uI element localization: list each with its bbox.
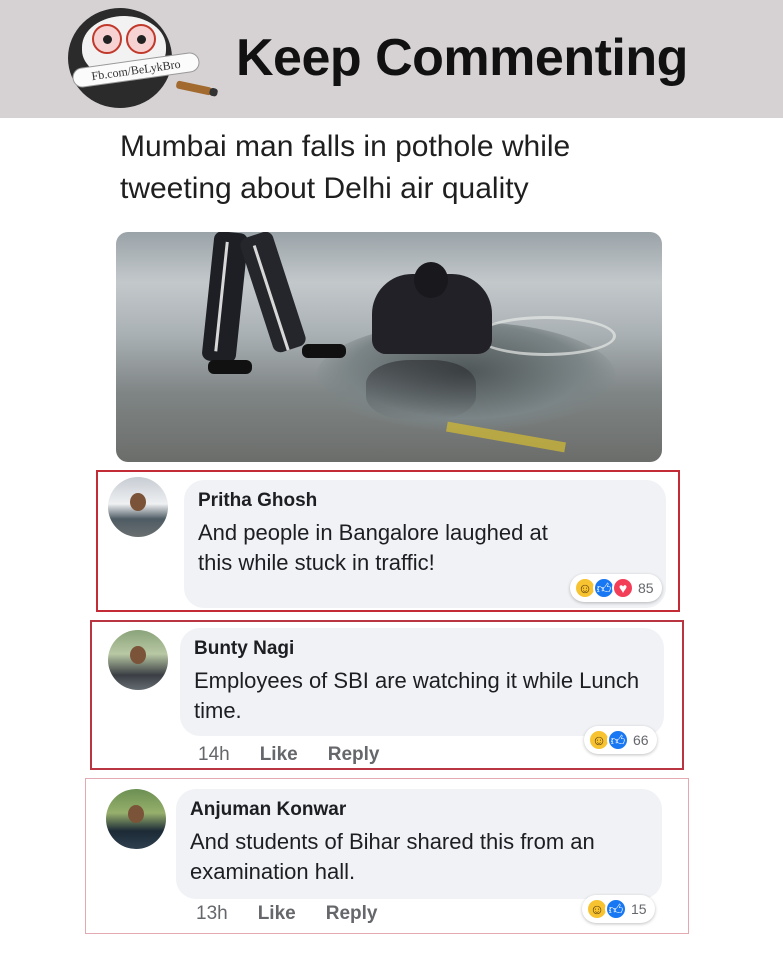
passerby-shoe xyxy=(208,360,252,374)
comment-highlight-box: Anjuman Konwar And students of Bihar sha… xyxy=(85,778,689,934)
comment-actions: 13h Like Reply xyxy=(196,903,407,925)
passerby-leg xyxy=(238,232,308,355)
page-logo: Fb.com/BeLykBro xyxy=(64,6,214,110)
comment-text: Employees of SBI are watching it while L… xyxy=(194,668,640,723)
puddle xyxy=(476,316,616,356)
comment-timestamp[interactable]: 14h xyxy=(198,744,230,766)
post-photo[interactable] xyxy=(116,232,662,462)
comment-bubble: Anjuman Konwar And students of Bihar sha… xyxy=(176,789,662,899)
fallen-man-head xyxy=(414,262,448,298)
header-banner: Fb.com/BeLykBro Keep Commenting xyxy=(0,0,783,118)
thumbs-up-icon: 👍︎ xyxy=(605,898,627,920)
post-card: Mumbai man falls in pothole while tweeti… xyxy=(110,118,688,470)
page-title: Keep Commenting xyxy=(236,29,688,87)
like-button[interactable]: Like xyxy=(260,744,298,766)
heart-icon: ♥ xyxy=(612,577,634,599)
comment-timestamp[interactable]: 13h xyxy=(196,903,228,925)
reply-button[interactable]: Reply xyxy=(326,903,378,925)
comment-text: And students of Bihar shared this from a… xyxy=(190,829,595,884)
comment-author[interactable]: Anjuman Konwar xyxy=(190,799,346,821)
avatar[interactable] xyxy=(108,477,168,537)
reply-button[interactable]: Reply xyxy=(328,744,380,766)
comment-highlight-box: Pritha Ghosh And people in Bangalore lau… xyxy=(96,470,680,612)
water-reflection xyxy=(366,360,476,420)
post-headline: Mumbai man falls in pothole while tweeti… xyxy=(120,130,571,205)
reaction-summary[interactable]: ☺ 👍︎ ♥ 85 xyxy=(570,574,662,602)
logo-cigarette xyxy=(175,80,213,96)
reaction-summary[interactable]: ☺ 👍︎ 15 xyxy=(582,895,655,923)
reaction-summary[interactable]: ☺ 👍︎ 66 xyxy=(584,726,657,754)
comment-actions: 14h Like Reply xyxy=(198,744,409,766)
avatar[interactable] xyxy=(106,789,166,849)
passerby-shoe xyxy=(302,344,346,358)
comment-text: And people in Bangalore laughed at this … xyxy=(198,520,548,575)
comment-author[interactable]: Pritha Ghosh xyxy=(198,490,317,512)
like-button[interactable]: Like xyxy=(258,903,296,925)
thumbs-up-icon: 👍︎ xyxy=(607,729,629,751)
reaction-count: 85 xyxy=(638,580,654,596)
logo-eye-right xyxy=(126,24,156,54)
avatar[interactable] xyxy=(108,630,168,690)
logo-eye-left xyxy=(92,24,122,54)
comment-highlight-box: Bunty Nagi Employees of SBI are watching… xyxy=(90,620,684,770)
reaction-count: 15 xyxy=(631,901,647,917)
reaction-count: 66 xyxy=(633,732,649,748)
comment-author[interactable]: Bunty Nagi xyxy=(194,638,294,660)
comment-bubble: Bunty Nagi Employees of SBI are watching… xyxy=(180,628,664,736)
